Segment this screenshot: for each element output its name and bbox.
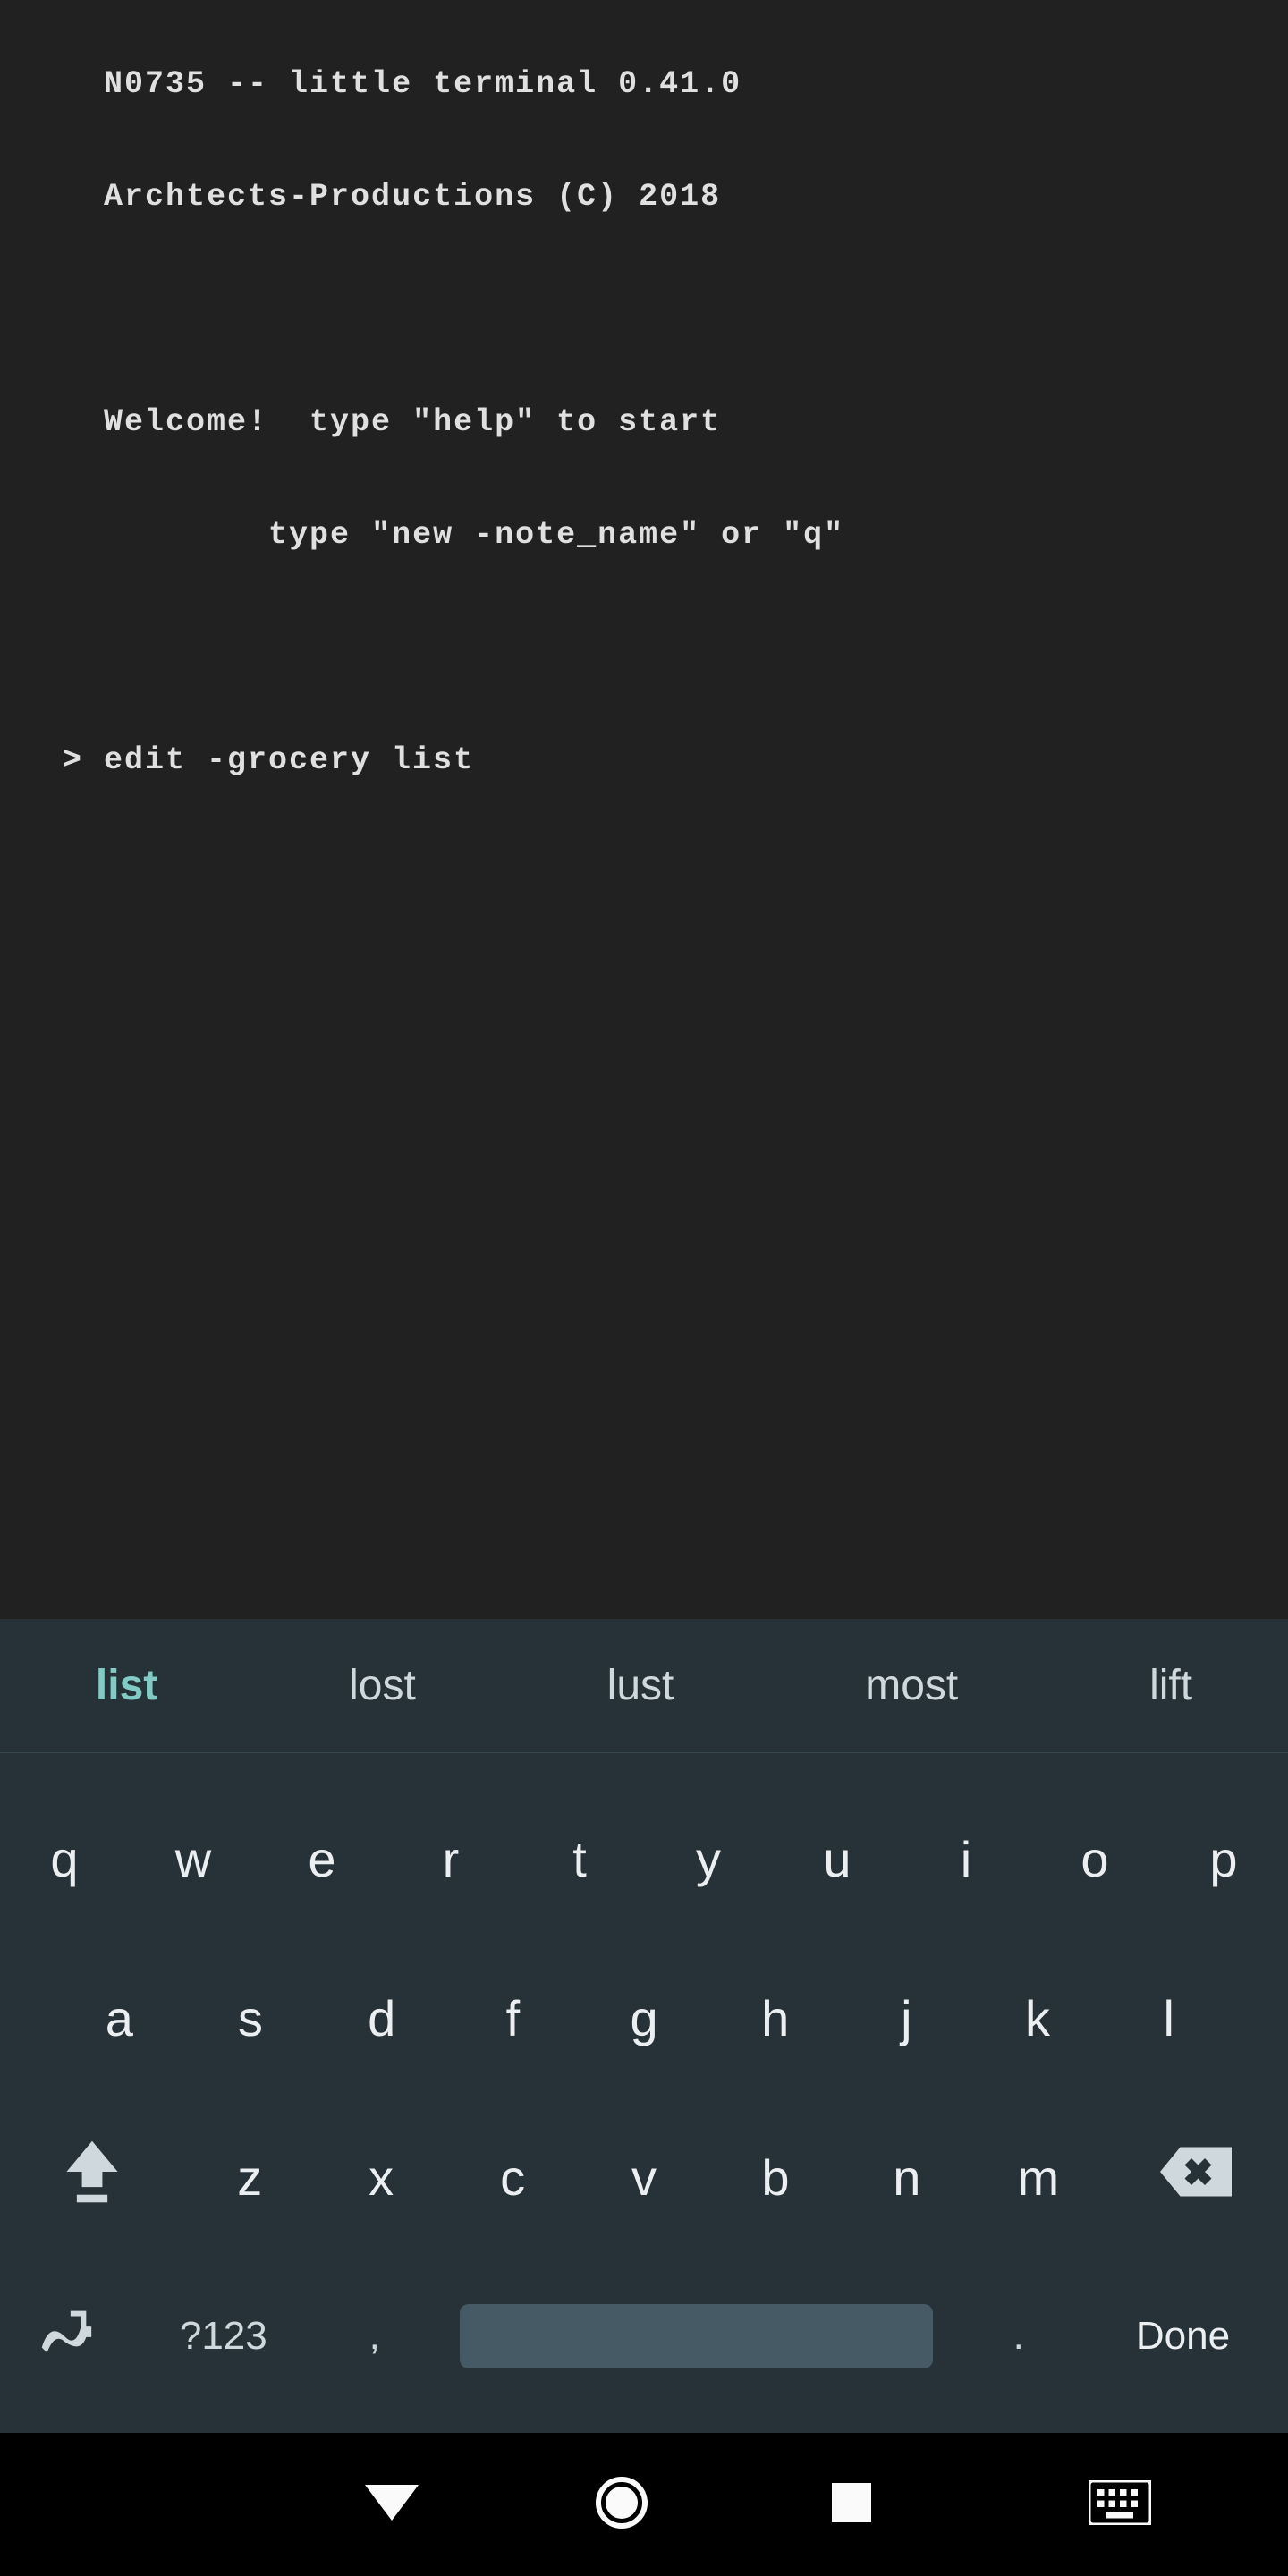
keyboard-row: q w e r t y u i o p [0,1787,1288,1930]
key-x[interactable]: x [316,2106,447,2249]
key-o[interactable]: o [1030,1787,1159,1930]
key-period[interactable]: . [960,2265,1078,2408]
key-number-toggle[interactable]: ?123 [131,2265,316,2408]
nav-keyboard-switch-button[interactable] [967,2480,1196,2529]
key-comma[interactable]: , [316,2265,434,2408]
keyboard-row: ?123 , . Done [0,2265,1288,2408]
suggestion-word[interactable]: lift [1123,1643,1219,1728]
square-icon [832,2483,871,2526]
spacebar [460,2304,933,2368]
suggestion-word[interactable]: lust [580,1643,701,1728]
terminal-line: Archtects-Productions (C) 2018 [63,169,1225,225]
nav-home-button[interactable] [506,2476,736,2533]
terminal-output[interactable]: N0735 -- little terminal 0.41.0 Archtect… [0,0,1288,1619]
terminal-blank [63,620,1225,676]
key-z[interactable]: z [184,2106,316,2249]
key-p[interactable]: p [1159,1787,1288,1930]
suggestion-bar: list lost lust most lift [0,1619,1288,1753]
keyboard-row: z x c v b n m [0,2106,1288,2249]
nav-back-button[interactable] [276,2485,506,2524]
key-gesture-typing[interactable] [0,2265,131,2408]
key-a[interactable]: a [54,1946,185,2089]
key-r[interactable]: r [386,1787,515,1930]
backspace-icon [1160,2147,1232,2208]
keyboard-icon [1089,2480,1151,2529]
terminal-line: type "new -note_name" or "q" [63,507,1225,564]
key-j[interactable]: j [841,1946,972,2089]
keyboard-rows: q w e r t y u i o p a s d f g h j k l [0,1753,1288,2433]
key-i[interactable]: i [902,1787,1030,1930]
key-h[interactable]: h [709,1946,841,2089]
key-backspace[interactable] [1104,2106,1288,2249]
key-w[interactable]: w [129,1787,258,1930]
soft-keyboard: list lost lust most lift q w e r t y u i… [0,1619,1288,2433]
key-d[interactable]: d [316,1946,447,2089]
key-q[interactable]: q [0,1787,129,1930]
key-n[interactable]: n [841,2106,972,2249]
key-s[interactable]: s [185,1946,317,2089]
key-u[interactable]: u [773,1787,902,1930]
key-done[interactable]: Done [1078,2265,1288,2408]
circle-icon [595,2476,648,2533]
key-g[interactable]: g [579,1946,710,2089]
key-shift[interactable] [0,2106,184,2249]
key-l[interactable]: l [1103,1946,1234,2089]
terminal-blank [63,282,1225,338]
key-space[interactable] [434,2265,960,2408]
key-b[interactable]: b [709,2106,841,2249]
keyboard-row: a s d f g h j k l [0,1946,1288,2089]
key-k[interactable]: k [972,1946,1104,2089]
terminal-prompt[interactable]: > edit -grocery list [63,733,1225,789]
terminal-line: N0735 -- little terminal 0.41.0 [63,56,1225,113]
key-y[interactable]: y [644,1787,773,1930]
nav-recent-button[interactable] [737,2483,967,2526]
key-c[interactable]: c [447,2106,579,2249]
suggestion-word[interactable]: most [838,1643,985,1728]
terminal-line: Welcome! type "help" to start [63,394,1225,451]
suggestion-word[interactable]: list [69,1643,184,1728]
triangle-down-icon [365,2485,419,2524]
key-v[interactable]: v [579,2106,710,2249]
system-navbar [0,2433,1288,2576]
gesture-typing-icon [34,2301,97,2373]
suggestion-word[interactable]: lost [322,1643,443,1728]
key-m[interactable]: m [972,2106,1104,2249]
key-e[interactable]: e [258,1787,386,1930]
shift-icon [61,2136,123,2219]
key-t[interactable]: t [515,1787,644,1930]
key-f[interactable]: f [447,1946,579,2089]
